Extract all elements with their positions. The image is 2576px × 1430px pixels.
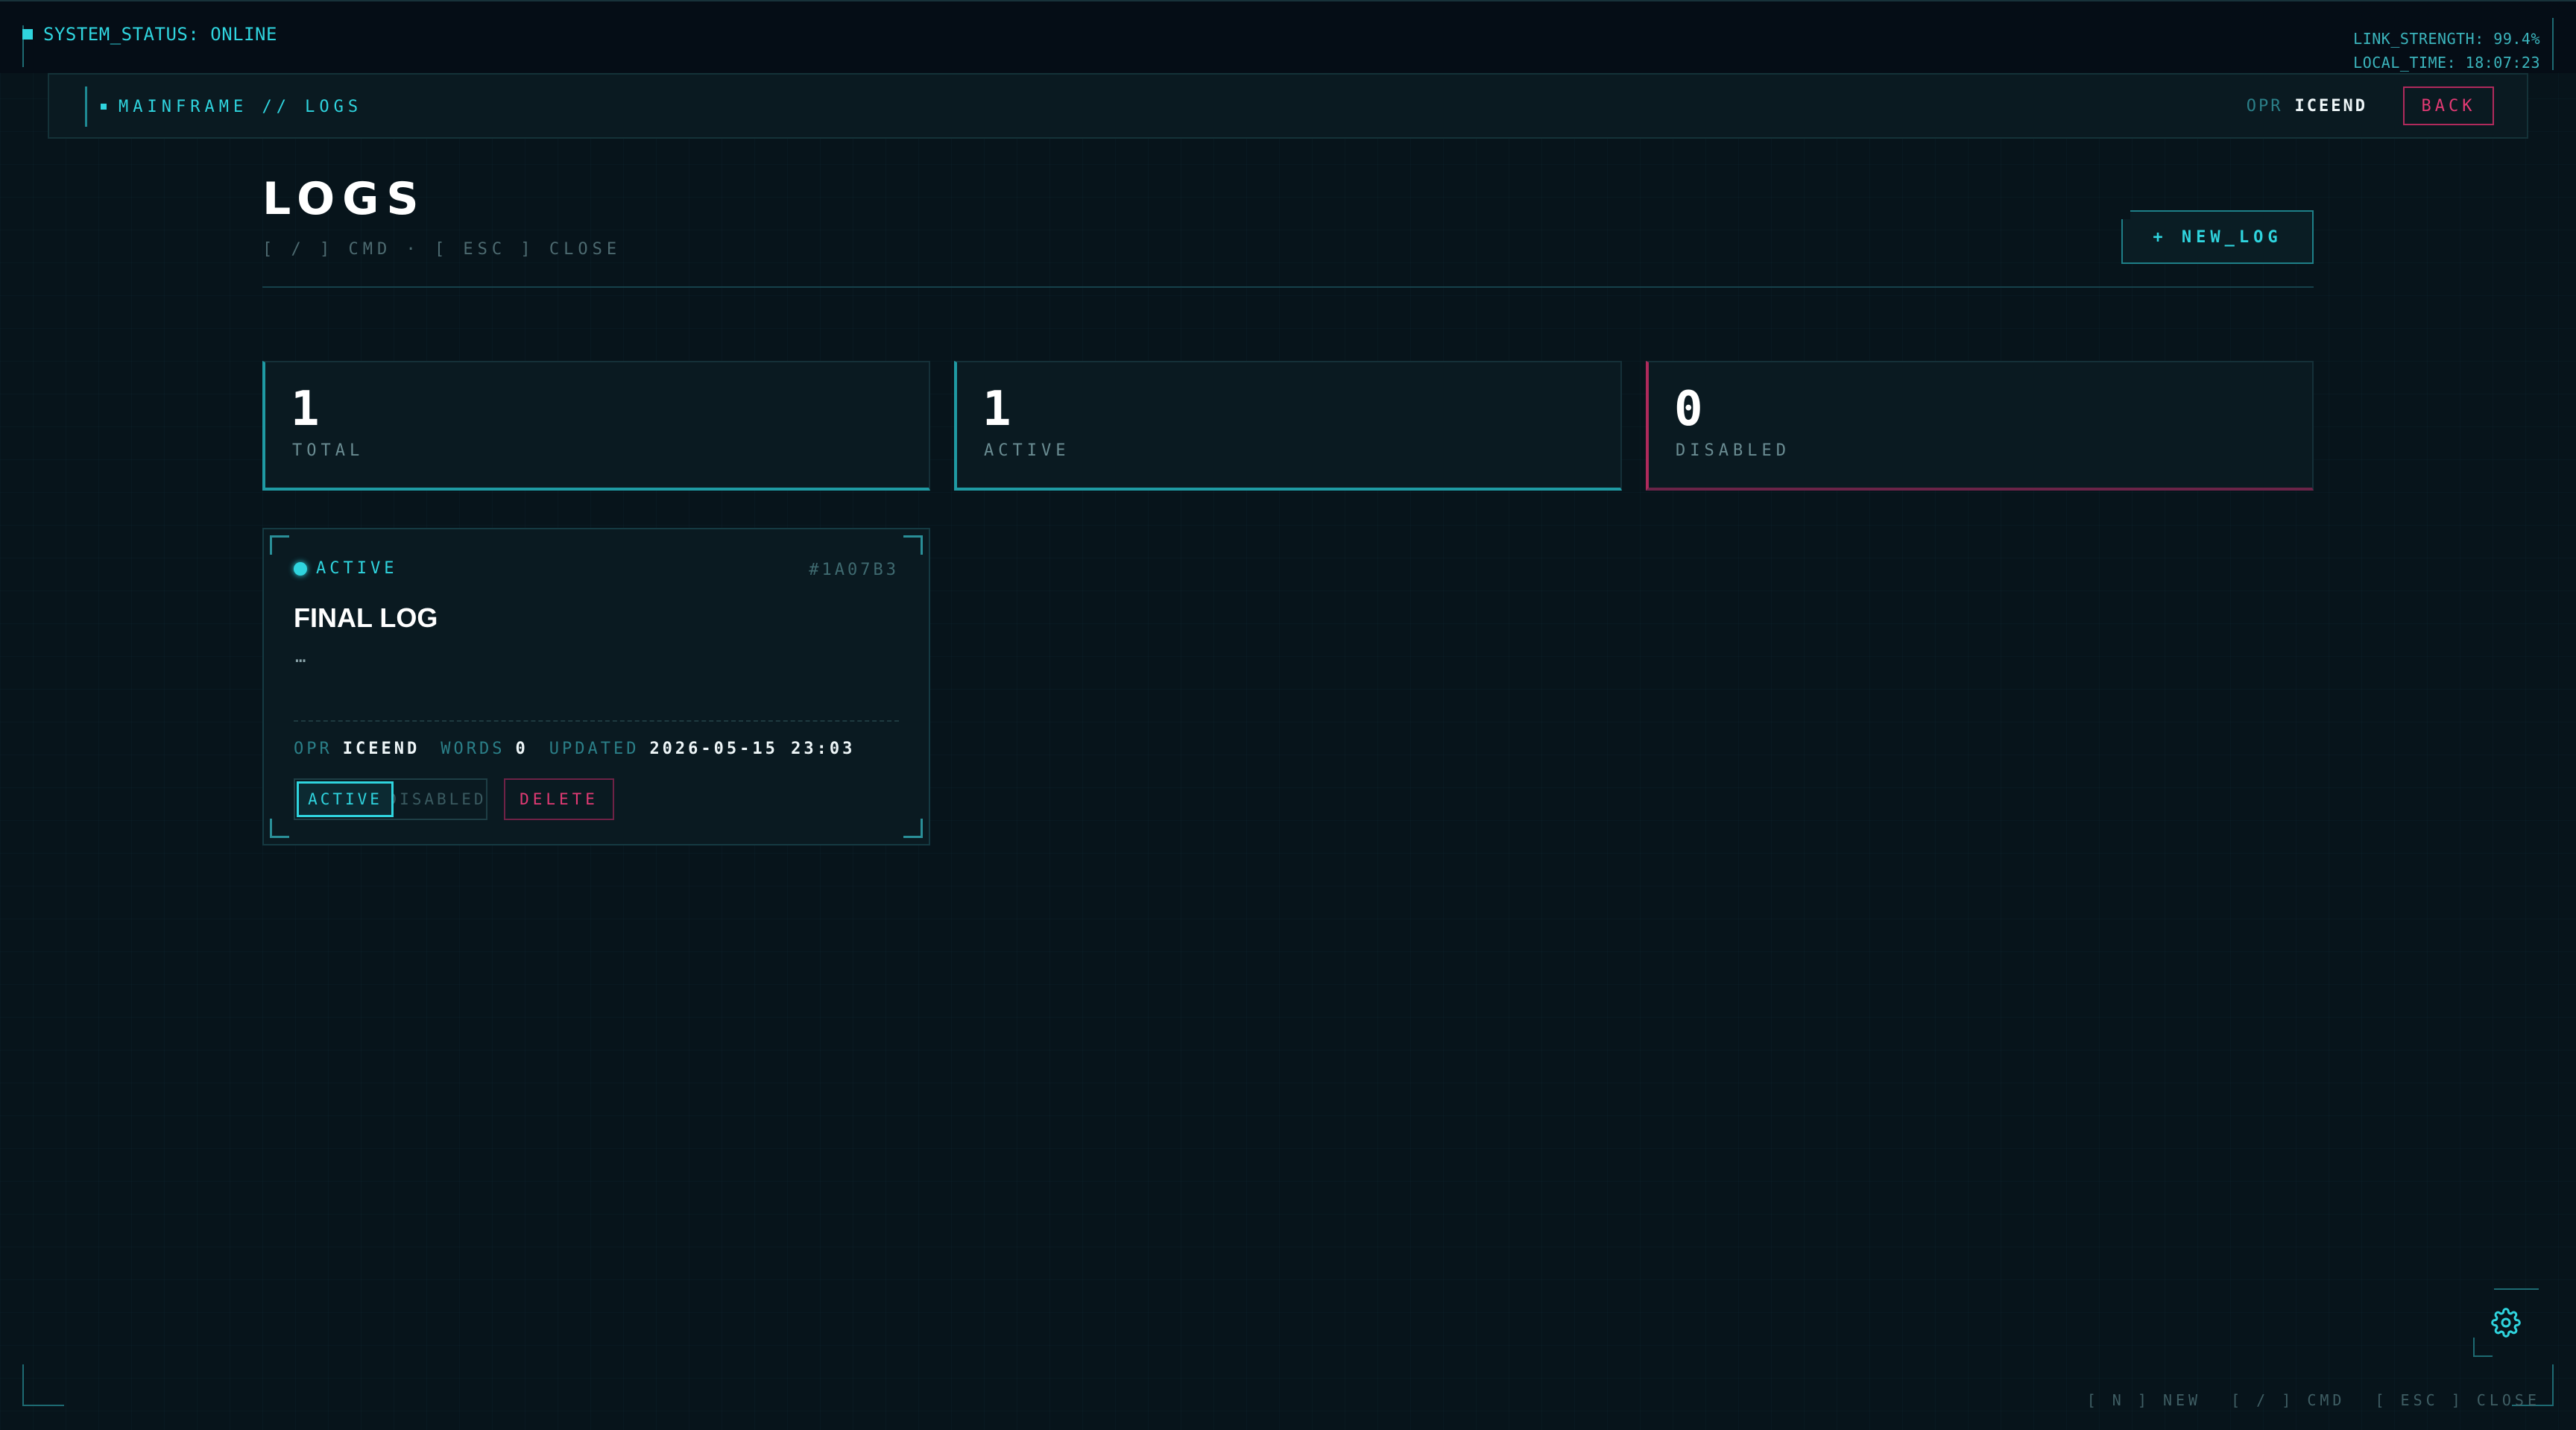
operator-name: ICEEND (2294, 97, 2367, 116)
words-label: WORDS (441, 740, 505, 758)
card-corner (270, 535, 289, 555)
status-dot-icon (294, 561, 307, 576)
words-value: 0 (515, 740, 528, 758)
card-corner (903, 819, 923, 838)
breadcrumb-bullet-icon (101, 104, 107, 110)
operator-label: OPR (2246, 97, 2283, 116)
settings-button[interactable] (2473, 1288, 2539, 1357)
card-divider (294, 720, 899, 722)
delete-button[interactable]: DELETE (504, 778, 614, 820)
status-indicator-icon (22, 29, 33, 40)
link-strength: LINK_STRENGTH: 99.4% (2353, 30, 2540, 48)
updated-value: 2026-05-15 23:03 (649, 740, 856, 758)
stat-card-total: 1 TOTAL (262, 361, 930, 491)
system-status-text: SYSTEM_STATUS: ONLINE (43, 24, 277, 45)
local-time: LOCAL_TIME: 18:07:23 (2353, 54, 2540, 72)
breadcrumb-text: MAINFRAME // LOGS (119, 97, 363, 116)
page-shortcut-hint: [ / ] CMD · [ ESC ] CLOSE (262, 240, 622, 259)
toggle-disabled-button[interactable]: DISABLED (387, 781, 486, 817)
shortcut-close: [ ESC ] CLOSE (2375, 1391, 2540, 1409)
log-meta: OPR ICEEND WORDS 0 UPDATED 2026-05-15 23… (294, 740, 865, 758)
frame-corner (2494, 1288, 2539, 1290)
log-title[interactable]: FINAL LOG (294, 602, 438, 634)
breadcrumb: MAINFRAME // LOGS (85, 86, 362, 127)
stat-card-active: 1 ACTIVE (954, 361, 1622, 491)
opr-value: ICEEND (342, 740, 420, 758)
stat-value: 1 (982, 382, 1011, 437)
stat-label: ACTIVE (984, 441, 1070, 460)
frame-corner (2551, 18, 2554, 70)
gear-icon (2491, 1308, 2521, 1338)
stat-label: TOTAL (292, 441, 364, 460)
frame-corner (2473, 1338, 2493, 1357)
header-divider (262, 286, 2314, 288)
shortcut-cmd: [ / ] CMD (2231, 1391, 2346, 1409)
system-status: SYSTEM_STATUS: ONLINE (22, 24, 277, 45)
log-card[interactable]: ACTIVE #1A07B3 FINAL LOG … OPR ICEEND WO… (262, 528, 930, 845)
frame-corner (22, 1364, 64, 1406)
stat-label: DISABLED (1676, 441, 1790, 460)
card-corner (270, 819, 289, 838)
system-status-bar: SYSTEM_STATUS: ONLINE LINK_STRENGTH: 99.… (0, 0, 2576, 73)
opr-label: OPR (294, 740, 332, 758)
system-meta: LINK_STRENGTH: 99.4% LOCAL_TIME: 18:07:2… (2353, 27, 2540, 75)
card-corner (903, 535, 923, 555)
status-toggle: DISABLED ACTIVE (294, 778, 487, 820)
stat-value: 1 (291, 382, 320, 437)
top-nav: MAINFRAME // LOGS OPR ICEEND BACK (48, 73, 2528, 139)
footer-shortcuts: [ N ] NEW [ / ] CMD [ ESC ] CLOSE (2087, 1391, 2540, 1409)
toggle-active-button[interactable]: ACTIVE (297, 781, 394, 817)
stat-card-disabled: 0 DISABLED (1646, 361, 2314, 491)
log-excerpt: … (295, 646, 306, 667)
log-status: ACTIVE (294, 559, 397, 578)
new-log-button[interactable]: + NEW_LOG (2121, 210, 2314, 264)
log-id: #1A07B3 (809, 561, 899, 579)
shortcut-new: [ N ] NEW (2086, 1391, 2202, 1409)
operator-info: OPR ICEEND (2247, 97, 2367, 116)
page-title: LOGS (262, 173, 426, 225)
back-button[interactable]: BACK (2403, 86, 2494, 125)
updated-label: UPDATED (549, 740, 640, 758)
stat-value: 0 (1674, 382, 1703, 437)
log-status-text: ACTIVE (316, 559, 398, 578)
